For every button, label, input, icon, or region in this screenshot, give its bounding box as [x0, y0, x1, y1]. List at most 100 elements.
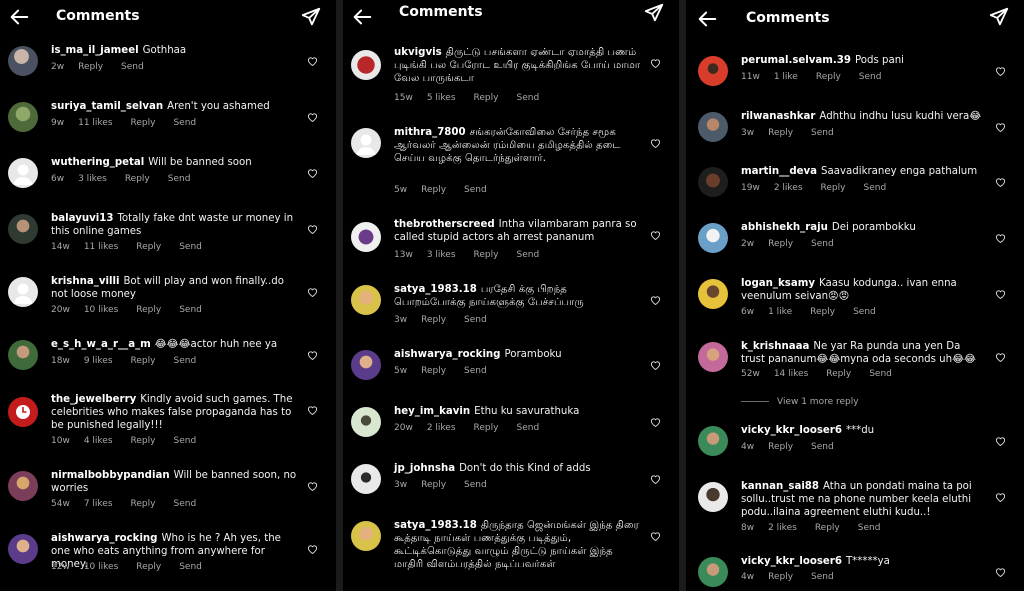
comment-username[interactable]: rilwanashkar [741, 111, 815, 122]
like-count[interactable]: 2 likes [427, 423, 456, 433]
like-count[interactable]: 4 likes [84, 436, 113, 446]
avatar[interactable] [698, 56, 728, 86]
send-button[interactable]: Send [173, 436, 196, 446]
like-count[interactable]: 1 like [774, 72, 798, 82]
avatar[interactable] [351, 222, 381, 252]
reply-button[interactable]: Reply [131, 356, 156, 366]
avatar[interactable] [351, 285, 381, 315]
send-button[interactable]: Send [464, 185, 487, 195]
like-count[interactable]: 14 likes [774, 369, 808, 379]
send-button[interactable]: Send [811, 572, 834, 582]
send-button[interactable]: Send [516, 93, 539, 103]
comment-username[interactable]: aishwarya_rocking [394, 349, 500, 360]
send-button[interactable]: Send [464, 366, 487, 376]
comment-username[interactable]: abhishekh_raju [741, 222, 828, 233]
avatar[interactable] [8, 397, 38, 427]
comment-username[interactable]: k_krishnaaa [741, 341, 809, 352]
avatar[interactable] [698, 482, 728, 512]
reply-button[interactable]: Reply [131, 436, 156, 446]
avatar[interactable] [8, 214, 38, 244]
send-button[interactable]: Send [811, 128, 834, 138]
share-send-icon[interactable] [988, 6, 1010, 28]
comment-username[interactable]: thebrotherscreed [394, 219, 495, 230]
send-button[interactable]: Send [858, 523, 881, 533]
like-count[interactable]: 5 likes [427, 93, 456, 103]
reply-button[interactable]: Reply [131, 499, 156, 509]
avatar[interactable] [8, 534, 38, 564]
heart-outline-icon[interactable] [995, 567, 1006, 577]
heart-outline-icon[interactable] [307, 168, 318, 178]
comment-username[interactable]: is_ma_il_jameel [51, 45, 139, 56]
comment-username[interactable]: aishwarya_rocking [51, 533, 157, 544]
back-arrow-icon[interactable] [8, 6, 30, 28]
reply-button[interactable]: Reply [421, 315, 446, 325]
avatar[interactable] [351, 50, 381, 80]
avatar[interactable] [698, 223, 728, 253]
send-button[interactable]: Send [869, 369, 892, 379]
avatar[interactable] [8, 340, 38, 370]
heart-outline-icon[interactable] [995, 66, 1006, 76]
reply-button[interactable]: Reply [816, 72, 841, 82]
comment-username[interactable]: perumal.selvam.39 [741, 55, 851, 66]
send-button[interactable]: Send [121, 62, 144, 72]
comment-username[interactable]: vicky_kkr_looser6 [741, 556, 842, 567]
reply-button[interactable]: Reply [768, 442, 793, 452]
comment-username[interactable]: suriya_tamil_selvan [51, 101, 163, 112]
heart-outline-icon[interactable] [995, 233, 1006, 243]
like-count[interactable]: 11 likes [78, 118, 112, 128]
send-button[interactable]: Send [811, 239, 834, 249]
comment-username[interactable]: the_jewelberry [51, 394, 136, 405]
reply-button[interactable]: Reply [136, 305, 161, 315]
heart-outline-icon[interactable] [307, 350, 318, 360]
reply-button[interactable]: Reply [136, 562, 161, 572]
avatar[interactable] [351, 464, 381, 494]
avatar-story-ring[interactable] [698, 167, 728, 197]
avatar[interactable] [698, 557, 728, 587]
heart-outline-icon[interactable] [650, 138, 661, 148]
reply-button[interactable]: Reply [136, 242, 161, 252]
send-button[interactable]: Send [516, 250, 539, 260]
share-send-icon[interactable] [300, 6, 322, 28]
like-count[interactable]: 9 likes [84, 356, 113, 366]
heart-outline-icon[interactable] [307, 481, 318, 491]
comment-username[interactable]: kannan_sai88 [741, 481, 819, 492]
avatar[interactable] [351, 128, 381, 158]
reply-button[interactable]: Reply [474, 423, 499, 433]
like-count[interactable]: 2 likes [768, 523, 797, 533]
heart-outline-icon[interactable] [307, 544, 318, 554]
send-button[interactable]: Send [179, 562, 202, 572]
avatar[interactable] [8, 277, 38, 307]
send-button[interactable]: Send [173, 118, 196, 128]
comment-username[interactable]: vicky_kkr_looser6 [741, 425, 842, 436]
back-arrow-icon[interactable] [696, 8, 718, 30]
reply-button[interactable]: Reply [815, 523, 840, 533]
comment-username[interactable]: hey_im_kavin [394, 406, 470, 417]
reply-button[interactable]: Reply [768, 239, 793, 249]
send-button[interactable]: Send [516, 423, 539, 433]
like-count[interactable]: 2 likes [774, 183, 803, 193]
share-send-icon[interactable] [643, 2, 665, 24]
comment-username[interactable]: e_s_h_w_a_r__a_m [51, 339, 151, 350]
reply-button[interactable]: Reply [78, 62, 103, 72]
heart-outline-icon[interactable] [995, 177, 1006, 187]
comment-username[interactable]: wuthering_petal [51, 157, 144, 168]
send-button[interactable]: Send [853, 307, 876, 317]
reply-button[interactable]: Reply [474, 93, 499, 103]
reply-button[interactable]: Reply [125, 174, 150, 184]
reply-button[interactable]: Reply [421, 480, 446, 490]
heart-outline-icon[interactable] [307, 224, 318, 234]
like-count[interactable]: 10 likes [84, 562, 118, 572]
avatar[interactable] [351, 350, 381, 380]
reply-button[interactable]: Reply [821, 183, 846, 193]
heart-outline-icon[interactable] [307, 56, 318, 66]
heart-outline-icon[interactable] [995, 492, 1006, 502]
comment-username[interactable]: ukvigvis [394, 47, 442, 58]
heart-outline-icon[interactable] [650, 230, 661, 240]
like-count[interactable]: 3 likes [78, 174, 107, 184]
avatar[interactable] [8, 471, 38, 501]
send-button[interactable]: Send [173, 356, 196, 366]
heart-outline-icon[interactable] [650, 58, 661, 68]
reply-button[interactable]: Reply [474, 250, 499, 260]
avatar[interactable] [698, 279, 728, 309]
avatar[interactable] [8, 46, 38, 76]
